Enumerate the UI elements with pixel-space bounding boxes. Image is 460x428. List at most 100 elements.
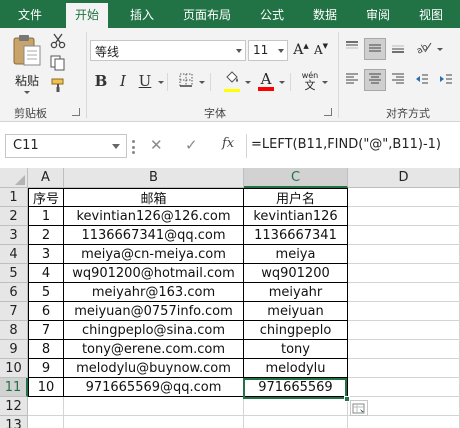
orientation-button[interactable]: ab — [412, 38, 436, 58]
table-cell[interactable]: tony@erene.com.com — [64, 340, 244, 359]
font-size-dropdown[interactable]: 11 — [248, 40, 288, 61]
empty-cell[interactable] — [348, 378, 460, 397]
fill-color-dropdown-caret[interactable] — [245, 81, 251, 84]
table-cell[interactable]: kevintian126@126.com — [64, 207, 244, 226]
orientation-dropdown-caret[interactable] — [437, 48, 443, 51]
empty-cell[interactable] — [348, 359, 460, 378]
empty-cell[interactable] — [244, 416, 348, 428]
empty-cell[interactable] — [348, 302, 460, 321]
empty-cell[interactable] — [348, 283, 460, 302]
font-dialog-launcher[interactable] — [324, 108, 332, 116]
table-cell[interactable]: meiyahr@163.com — [64, 283, 244, 302]
select-all-button[interactable] — [0, 168, 28, 188]
column-header-d[interactable]: D — [348, 168, 460, 188]
table-cell[interactable]: wq901200 — [244, 264, 348, 283]
table-cell[interactable]: tony — [244, 340, 348, 359]
table-cell[interactable]: wq901200@hotmail.com — [64, 264, 244, 283]
cut-button[interactable] — [48, 33, 68, 52]
table-cell[interactable]: 1136667341@qq.com — [64, 226, 244, 245]
borders-dropdown-caret[interactable] — [199, 81, 205, 84]
bottom-align-button[interactable] — [388, 38, 408, 58]
table-cell[interactable]: melodylu@buynow.com — [64, 359, 244, 378]
table-cell[interactable]: meiyuan@0757info.com — [64, 302, 244, 321]
font-name-dropdown[interactable]: 等线 — [90, 40, 246, 61]
tab-page-layout[interactable]: 页面布局 — [183, 6, 231, 23]
name-box[interactable]: C11 — [5, 134, 127, 158]
align-center-button[interactable] — [364, 69, 386, 91]
copy-button[interactable] — [48, 55, 68, 74]
table-cell[interactable]: meiya — [244, 245, 348, 264]
tab-review[interactable]: 审阅 — [366, 6, 390, 23]
empty-cell[interactable] — [28, 416, 64, 428]
middle-align-button[interactable] — [364, 38, 386, 60]
row-header-9[interactable]: 9 — [0, 340, 28, 359]
table-cell[interactable]: melodylu — [244, 359, 348, 378]
row-header-8[interactable]: 8 — [0, 321, 28, 340]
table-cell[interactable]: chingpeplo — [244, 321, 348, 340]
empty-cell[interactable] — [348, 321, 460, 340]
decrease-indent-button[interactable] — [412, 70, 432, 90]
tab-insert[interactable]: 插入 — [130, 6, 154, 23]
tab-file[interactable]: 文件 — [18, 6, 42, 23]
table-cell[interactable]: meiya@cn-meiya.com — [64, 245, 244, 264]
empty-cell[interactable] — [244, 397, 348, 416]
table-cell[interactable]: meiyuan — [244, 302, 348, 321]
row-header-11[interactable]: 11 — [0, 378, 28, 397]
phonetic-guide-button[interactable]: wén 文 — [298, 70, 322, 92]
top-align-button[interactable] — [342, 38, 362, 58]
column-header-c[interactable]: C — [244, 168, 348, 188]
table-cell[interactable]: 8 — [28, 340, 64, 359]
row-header-4[interactable]: 4 — [0, 245, 28, 264]
table-cell[interactable]: 9 — [28, 359, 64, 378]
font-color-button[interactable]: A — [256, 70, 276, 92]
tab-formulas[interactable]: 公式 — [260, 6, 284, 23]
font-color-dropdown-caret[interactable] — [279, 81, 285, 84]
underline-dropdown-caret[interactable] — [158, 81, 164, 84]
empty-cell[interactable] — [348, 340, 460, 359]
empty-cell[interactable] — [64, 416, 244, 428]
format-painter-button[interactable] — [48, 78, 68, 96]
empty-cell[interactable] — [64, 397, 244, 416]
grow-font-button[interactable]: A ▲ — [293, 40, 309, 60]
table-cell[interactable]: 971665569 — [244, 378, 348, 397]
align-left-button[interactable] — [342, 70, 362, 90]
table-cell[interactable]: chingpeplo@sina.com — [64, 321, 244, 340]
table-cell[interactable]: 5 — [28, 283, 64, 302]
row-header-12[interactable]: 12 — [0, 397, 28, 416]
phonetic-dropdown-caret[interactable] — [322, 81, 328, 84]
align-right-button[interactable] — [388, 70, 408, 90]
tab-data[interactable]: 数据 — [313, 6, 337, 23]
table-cell[interactable]: kevintian126 — [244, 207, 348, 226]
table-header-cell[interactable]: 用户名 — [244, 188, 348, 207]
empty-cell[interactable] — [348, 264, 460, 283]
italic-button[interactable]: I — [114, 71, 132, 91]
shrink-font-button[interactable]: A ▼ — [313, 40, 329, 60]
paste-dropdown-caret[interactable] — [24, 91, 30, 94]
row-header-1[interactable]: 1 — [0, 188, 28, 207]
row-header-2[interactable]: 2 — [0, 207, 28, 226]
table-cell[interactable]: 1136667341 — [244, 226, 348, 245]
table-cell[interactable]: meiyahr — [244, 283, 348, 302]
paste-button[interactable]: 粘贴 — [10, 34, 44, 96]
empty-cell[interactable] — [28, 397, 64, 416]
row-header-7[interactable]: 7 — [0, 302, 28, 321]
row-header-10[interactable]: 10 — [0, 359, 28, 378]
tab-home[interactable]: 开始 — [66, 3, 109, 28]
row-header-6[interactable]: 6 — [0, 283, 28, 302]
empty-cell[interactable] — [348, 226, 460, 245]
clipboard-dialog-launcher[interactable] — [72, 108, 80, 116]
table-cell[interactable]: 10 — [28, 378, 64, 397]
table-cell[interactable]: 7 — [28, 321, 64, 340]
formula-bar-splitter[interactable] — [132, 140, 136, 154]
increase-indent-button[interactable] — [436, 70, 456, 90]
cancel-button[interactable]: ✕ — [150, 136, 163, 154]
column-header-b[interactable]: B — [64, 168, 244, 188]
enter-button[interactable]: ✓ — [185, 136, 198, 154]
table-cell[interactable]: 3 — [28, 245, 64, 264]
formula-input[interactable]: =LEFT(B11,FIND("@",B11)-1) — [246, 134, 460, 158]
row-header-3[interactable]: 3 — [0, 226, 28, 245]
table-cell[interactable]: 1 — [28, 207, 64, 226]
empty-cell[interactable] — [348, 207, 460, 226]
table-cell[interactable]: 6 — [28, 302, 64, 321]
fill-color-button[interactable] — [222, 70, 242, 92]
